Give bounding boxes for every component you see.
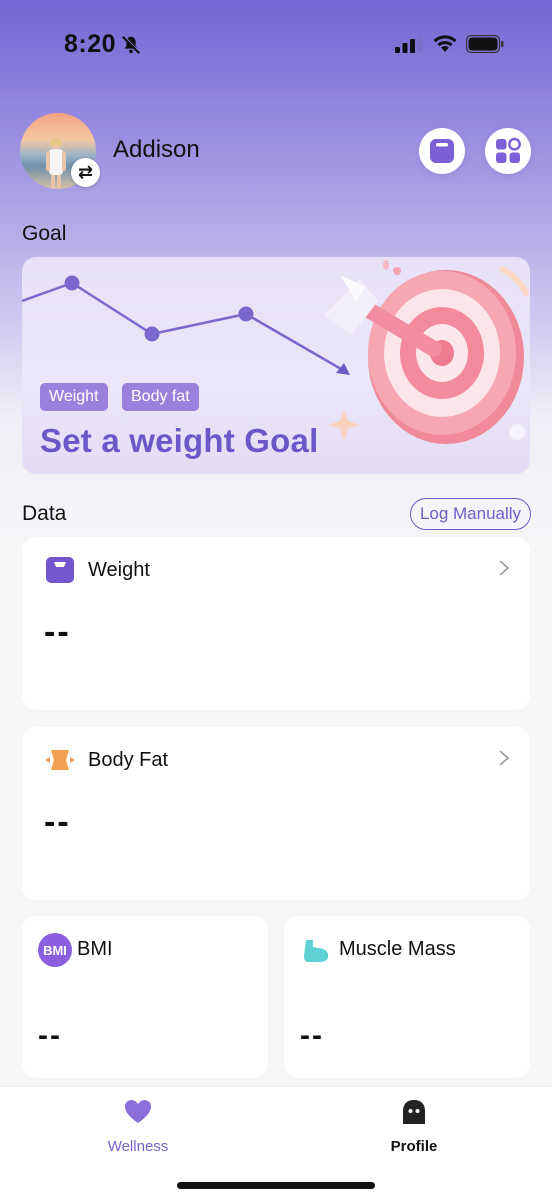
tab-profile[interactable]: Profile	[354, 1099, 474, 1155]
chevron-right-icon	[499, 750, 510, 766]
cellular-signal-icon	[395, 35, 423, 53]
log-manually-button[interactable]: Log Manually	[410, 498, 531, 530]
profile-icon	[403, 1100, 425, 1124]
bell-off-icon	[121, 35, 141, 55]
set-goal-text: Set a weight Goal	[40, 422, 319, 459]
weight-card[interactable]: Weight --	[22, 537, 530, 710]
status-time: 8:20	[64, 30, 117, 58]
battery-icon	[466, 35, 504, 53]
scale-icon	[430, 139, 454, 163]
body-fat-value: --	[44, 803, 71, 841]
body-fat-icon	[45, 750, 75, 770]
muscle-mass-card[interactable]: Muscle Mass --	[284, 916, 530, 1078]
tab-wellness-label: Wellness	[107, 1138, 169, 1155]
heart-icon	[125, 1100, 151, 1123]
data-section-title: Data	[22, 502, 67, 525]
status-bar: 8:20	[0, 0, 552, 90]
body-fat-card[interactable]: Body Fat --	[22, 727, 530, 900]
weight-value: --	[44, 613, 71, 651]
profile-header: ⇄ Addison	[0, 110, 552, 194]
chevron-right-icon	[499, 560, 510, 576]
weight-card-title: Weight	[88, 559, 150, 581]
bmi-badge-icon: BMI	[38, 933, 72, 967]
bmi-card[interactable]: BMI BMI --	[22, 916, 268, 1078]
apps-grid-icon	[496, 137, 521, 163]
username: Addison	[113, 136, 200, 163]
tag-body-fat: Body fat	[122, 383, 199, 411]
home-indicator	[177, 1182, 375, 1189]
muscle-icon	[304, 940, 329, 962]
scale-icon	[46, 557, 74, 583]
tag-weight: Weight	[40, 383, 108, 411]
goal-section-title: Goal	[22, 222, 67, 245]
body-fat-card-title: Body Fat	[88, 749, 169, 771]
avatar-photo	[46, 137, 66, 189]
tab-profile-label: Profile	[390, 1138, 438, 1155]
tab-wellness[interactable]: Wellness	[78, 1099, 198, 1155]
apps-button[interactable]	[485, 128, 531, 174]
goal-card[interactable]: Weight Body fat Set a weight Goal	[22, 257, 530, 474]
muscle-mass-card-title: Muscle Mass	[339, 938, 456, 960]
muscle-mass-value: --	[300, 1019, 324, 1052]
bmi-value: --	[38, 1019, 62, 1052]
scale-button[interactable]	[419, 128, 465, 174]
bmi-card-title: BMI	[77, 938, 113, 960]
wifi-icon	[433, 35, 457, 52]
switch-user-icon[interactable]: ⇄	[71, 158, 100, 187]
